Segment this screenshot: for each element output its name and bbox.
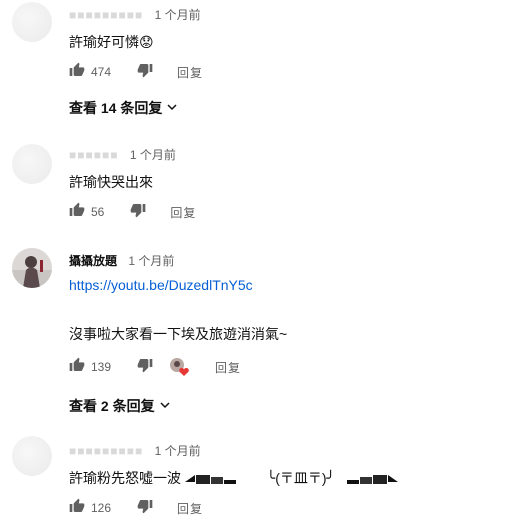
- view-replies-button[interactable]: 查看 2 条回复: [69, 396, 171, 416]
- view-replies-button[interactable]: 查看 14 条回复: [69, 98, 178, 118]
- comment-meta: ■■■■■■■■■ 1 个月前: [69, 6, 201, 23]
- timestamp[interactable]: 1 个月前: [155, 8, 201, 22]
- thumbs-up-icon[interactable]: [69, 202, 85, 223]
- reply-button[interactable]: 回复: [170, 204, 196, 221]
- like-count: 139: [91, 360, 112, 374]
- view-replies-label: 查看 14 条回复: [69, 100, 163, 116]
- comment-item: 攝攝放題 1 个月前 https://youtu.be/DuzedlTnY5c …: [0, 240, 525, 420]
- reply-button[interactable]: 回复: [177, 500, 203, 517]
- thumbs-down-icon[interactable]: [137, 62, 153, 83]
- timestamp[interactable]: 1 个月前: [128, 254, 174, 268]
- reply-button[interactable]: 回复: [215, 359, 241, 376]
- action-bar: 126 回复: [69, 498, 203, 518]
- view-replies-label: 查看 2 条回复: [69, 398, 155, 414]
- thumbs-down-icon[interactable]: [130, 202, 146, 223]
- comment-text-main: 許瑜粉先怒噓一波: [69, 470, 181, 486]
- thumbs-up-icon[interactable]: [69, 498, 85, 519]
- timestamp[interactable]: 1 个月前: [155, 444, 201, 458]
- comment-text: 沒事啦大家看一下埃及旅遊消消氣~: [69, 326, 288, 342]
- comment-meta: 攝攝放題 1 个月前: [69, 252, 174, 269]
- creator-heart-badge: [169, 357, 191, 377]
- like-count: 474: [91, 65, 112, 79]
- thumbs-down-icon[interactable]: [137, 357, 153, 378]
- comment-meta: ■■■■■■■■■ 1 个月前: [69, 442, 201, 459]
- action-bar: 139 回复: [69, 357, 241, 377]
- thumbs-up-icon[interactable]: [69, 357, 85, 378]
- thumbs-up-icon[interactable]: [69, 62, 85, 83]
- action-bar: 474 回复: [69, 62, 203, 82]
- video-link[interactable]: https://youtu.be/DuzedlTnY5c: [69, 277, 253, 293]
- like-count: 56: [91, 205, 105, 219]
- emoji-blocks-icon: [346, 475, 398, 485]
- timestamp[interactable]: 1 个月前: [130, 148, 176, 162]
- emoji-blocks-icon: [184, 475, 236, 485]
- author-name[interactable]: ■■■■■■: [69, 148, 119, 162]
- avatar[interactable]: [12, 144, 52, 184]
- thumbs-down-icon[interactable]: [137, 498, 153, 519]
- comment-meta: ■■■■■■ 1 个月前: [69, 146, 176, 163]
- avatar[interactable]: [12, 2, 52, 42]
- like-count: 126: [91, 501, 112, 515]
- comment-item: ■■■■■■■■■ 1 个月前 許瑜粉先怒噓一波 ╰(〒皿〒)╯ 126 回复: [0, 436, 525, 524]
- emoticon: ╰(〒皿〒)╯: [266, 470, 335, 486]
- comment-text: 許瑜好可憐😟: [69, 34, 154, 50]
- action-bar: 56 回复: [69, 202, 196, 222]
- chevron-down-icon: [159, 398, 171, 414]
- comment-text: 許瑜粉先怒噓一波 ╰(〒皿〒)╯: [69, 468, 413, 488]
- chevron-down-icon: [166, 100, 178, 116]
- comment-item: ■■■■■■■■■ 1 个月前 許瑜好可憐😟 474 回复 查看 14 条回复: [0, 0, 525, 125]
- author-name[interactable]: ■■■■■■■■■: [69, 8, 143, 22]
- author-name[interactable]: ■■■■■■■■■: [69, 444, 143, 458]
- avatar[interactable]: [12, 248, 52, 288]
- comment-item: ■■■■■■ 1 个月前 許瑜快哭出來 56 回复: [0, 140, 525, 230]
- comment-text: 許瑜快哭出來: [69, 174, 153, 190]
- reply-button[interactable]: 回复: [177, 64, 203, 81]
- author-name[interactable]: 攝攝放題: [69, 254, 117, 268]
- avatar[interactable]: [12, 436, 52, 476]
